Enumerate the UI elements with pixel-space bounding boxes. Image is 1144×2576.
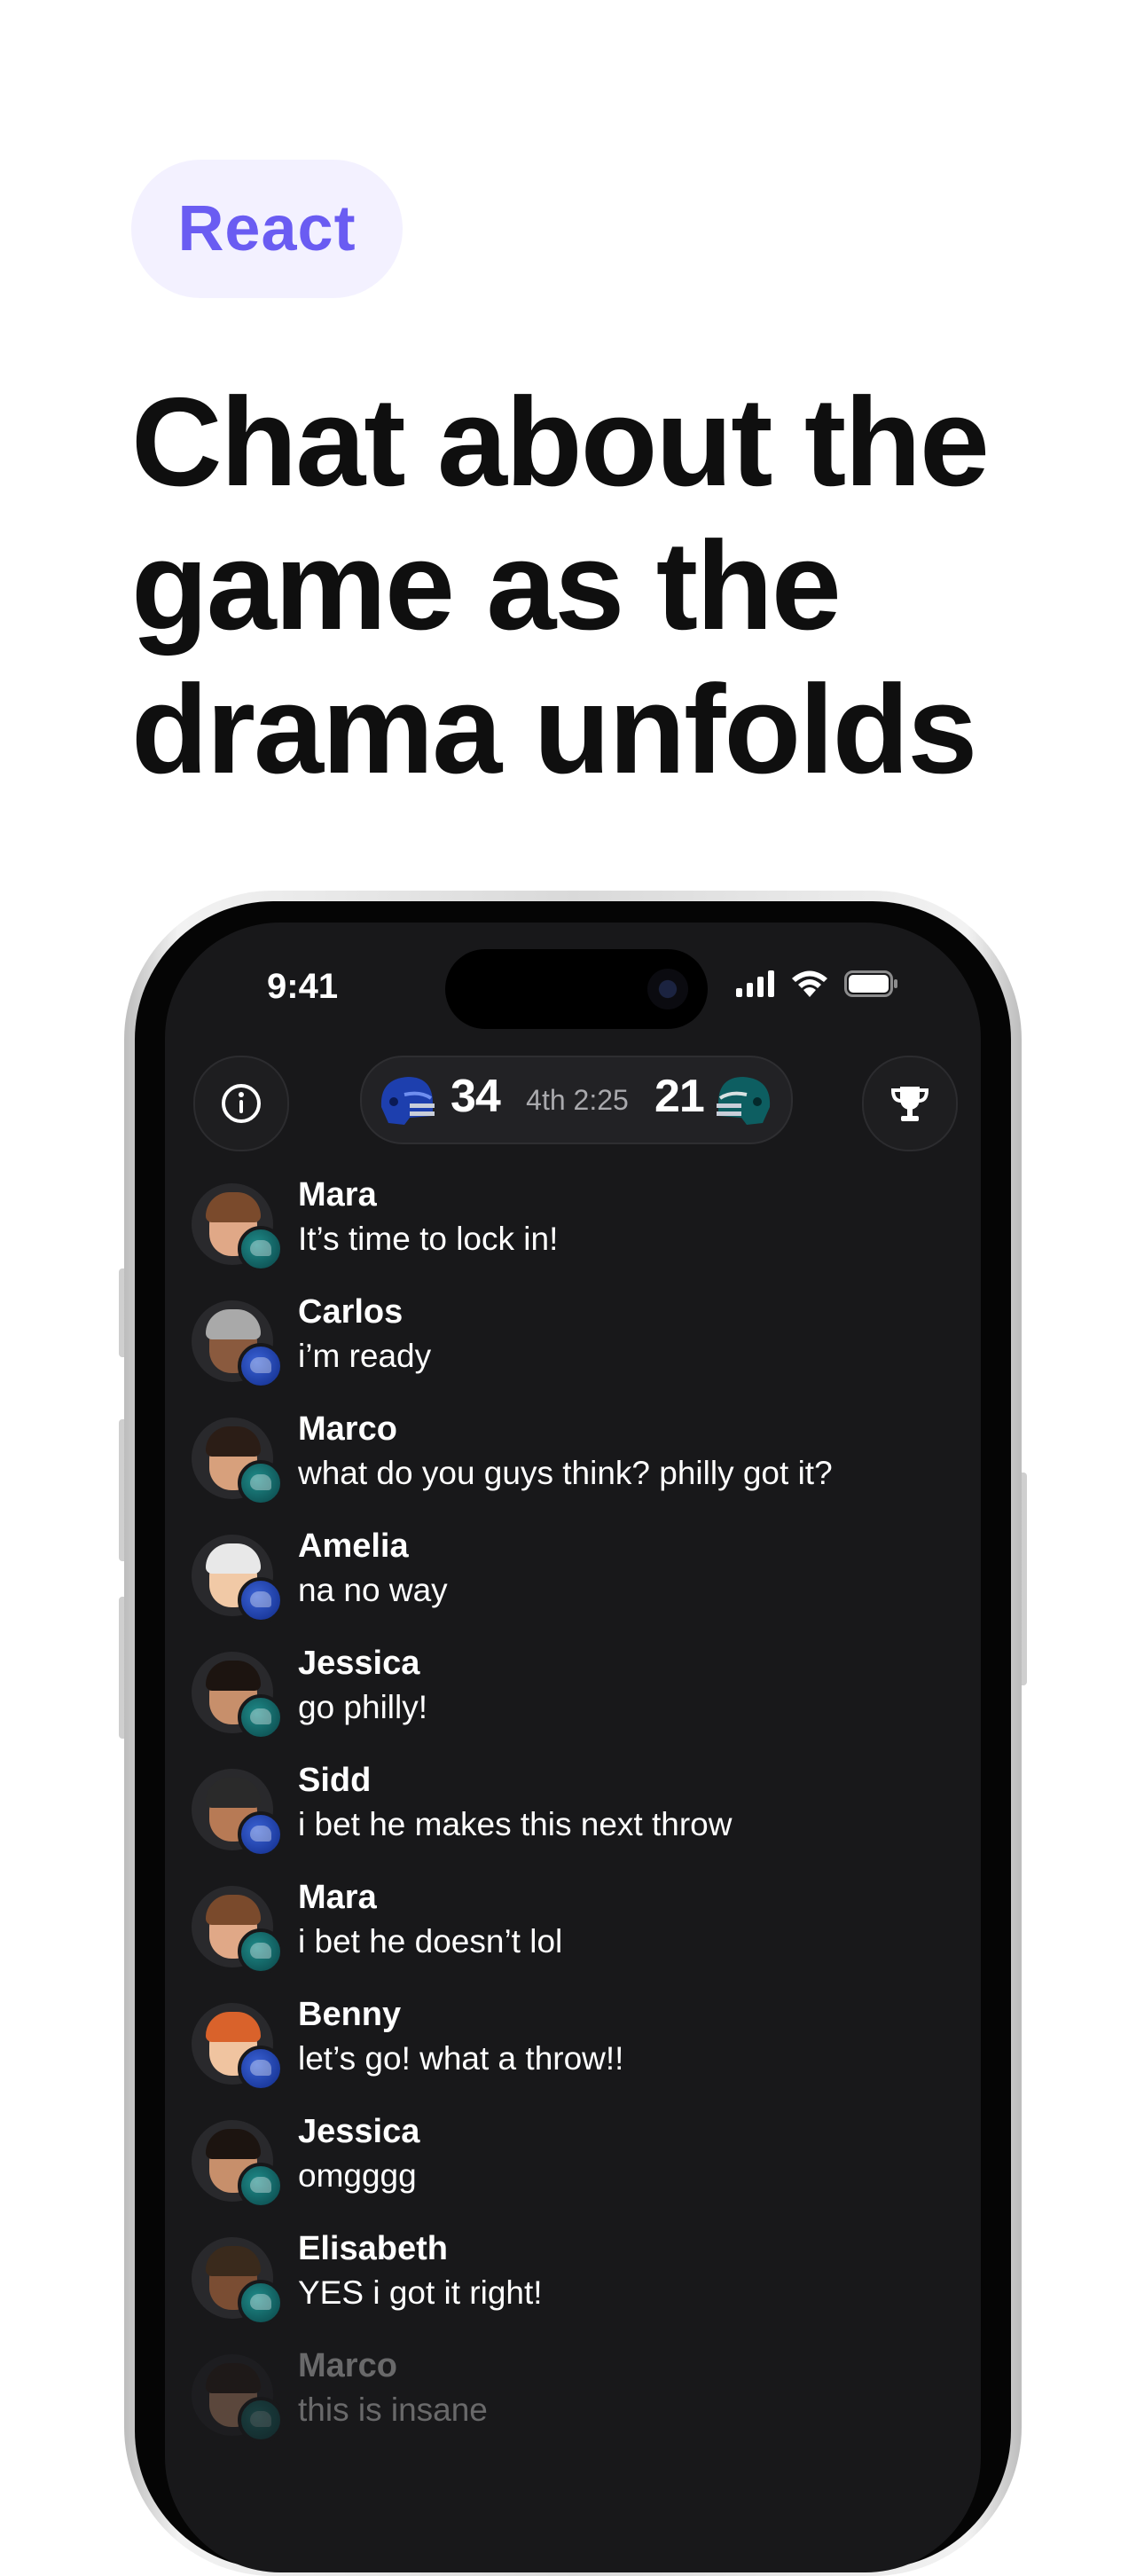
phone-screen: 9:41 34 4th 2:25 21 Mara It’s time to lo… (165, 923, 981, 2572)
camera-icon (647, 969, 688, 1009)
status-icons (736, 970, 899, 997)
scoreboard[interactable]: 34 4th 2:25 21 (360, 1056, 793, 1144)
team-badge-icon (238, 1811, 284, 1857)
message-text: i’m ready (298, 1338, 432, 1374)
message-author: Elisabeth (298, 2230, 448, 2267)
team-badge-icon (238, 1343, 284, 1389)
react-tag: React (131, 160, 403, 298)
message-author: Jessica (298, 2113, 420, 2150)
team-badge-icon (238, 1460, 284, 1506)
chat-message[interactable]: Marco this is insane (192, 2347, 954, 2462)
away-score: 21 (654, 1071, 705, 1122)
message-text: It’s time to lock in! (298, 1221, 559, 1257)
message-author: Amelia (298, 1528, 409, 1565)
message-text: na no way (298, 1572, 448, 1608)
message-text: what do you guys think? philly got it? (298, 1455, 833, 1491)
chat-message[interactable]: Amelia na no way (192, 1528, 954, 1643)
team-badge-icon (238, 2397, 284, 2443)
headline: Chat about the game as the drama unfolds (131, 371, 1071, 802)
wifi-icon (792, 970, 827, 997)
info-button[interactable] (193, 1056, 289, 1151)
chat-message[interactable]: Jessica omgggg (192, 2113, 954, 2228)
message-author: Benny (298, 1996, 402, 2033)
chat-message[interactable]: Mara i bet he doesn’t lol (192, 1879, 954, 1994)
battery-icon (844, 970, 897, 997)
message-text: let’s go! what a throw!! (298, 2040, 624, 2077)
message-text: omgggg (298, 2157, 417, 2194)
chat-message[interactable]: Jessica go philly! (192, 1645, 954, 1760)
signal-icon (736, 970, 774, 997)
message-text: go philly! (298, 1689, 428, 1725)
info-icon (222, 1084, 261, 1123)
message-author: Jessica (298, 1645, 420, 1682)
react-tag-label: React (177, 193, 357, 264)
message-author: Sidd (298, 1762, 372, 1799)
team-badge-icon (238, 1226, 284, 1272)
trophy-icon (890, 1087, 929, 1121)
team-badge-icon (238, 2280, 284, 2326)
team-badge-icon (238, 1928, 284, 1975)
message-text: YES i got it right! (298, 2274, 543, 2311)
message-text: i bet he doesn’t lol (298, 1923, 563, 1959)
message-text: this is insane (298, 2391, 488, 2428)
home-score: 34 (451, 1071, 501, 1122)
team-badge-icon (238, 2046, 284, 2092)
chat-message[interactable]: Mara It’s time to lock in! (192, 1176, 954, 1292)
status-time: 9:41 (267, 967, 339, 1006)
leaderboard-button[interactable] (862, 1056, 958, 1151)
message-author: Mara (298, 1176, 377, 1213)
chat-message[interactable]: Carlos i’m ready (192, 1293, 954, 1409)
chat-message[interactable]: Marco what do you guys think? philly got… (192, 1410, 954, 1526)
message-author: Mara (298, 1879, 377, 1916)
headline-line-3: drama unfolds (131, 659, 977, 800)
dynamic-island (445, 949, 708, 1029)
chat-message[interactable]: Elisabeth YES i got it right! (192, 2230, 954, 2345)
team-badge-icon (238, 1694, 284, 1740)
headline-line-2: game as the (131, 515, 842, 656)
team-badge-icon (238, 1577, 284, 1623)
helmet-icon (380, 1077, 435, 1125)
chat-message[interactable]: Benny let’s go! what a throw!! (192, 1996, 954, 2111)
helmet-icon (717, 1077, 771, 1125)
chat-message[interactable]: Sidd i bet he makes this next throw (192, 1762, 954, 1877)
message-author: Marco (298, 1410, 397, 1448)
message-text: i bet he makes this next throw (298, 1806, 733, 1842)
headline-line-1: Chat about the (131, 372, 990, 513)
message-author: Marco (298, 2347, 397, 2384)
game-clock: 4th 2:25 (526, 1084, 629, 1116)
team-badge-icon (238, 2163, 284, 2209)
message-author: Carlos (298, 1293, 404, 1331)
